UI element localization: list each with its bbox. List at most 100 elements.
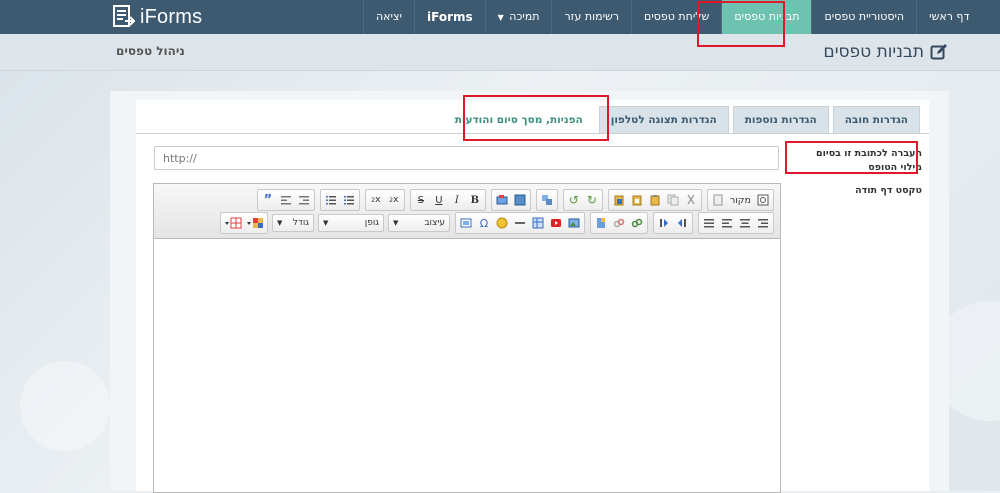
subscript-icon[interactable]: x2 <box>385 191 403 209</box>
nav-label: iForms <box>427 10 473 24</box>
format-dropdown[interactable]: עיצוב ▼ <box>388 214 450 232</box>
numbered-list-icon[interactable] <box>340 191 358 209</box>
image-icon[interactable] <box>565 214 583 232</box>
toolbar-group: Ω <box>455 212 585 234</box>
anchor-icon[interactable] <box>592 214 610 232</box>
nav-send-forms[interactable]: שליחת טפסים <box>631 0 721 34</box>
toolbar-group <box>220 212 268 234</box>
cut-icon[interactable] <box>682 191 700 209</box>
link-icon[interactable] <box>628 214 646 232</box>
find-replace-icon[interactable] <box>538 191 556 209</box>
chevron-down-icon: ▼ <box>277 219 283 227</box>
toolbar-row-1: מקור ↻ ↺ B I U S x 2 x 2 ” <box>252 189 774 211</box>
toolbar-group <box>653 212 693 234</box>
font-dropdown-label: גופן <box>364 218 379 228</box>
nav-home[interactable]: דף ראשי <box>916 0 981 34</box>
main-nav: יציאה iForms ▼ תמיכה רשימות עזר שליחת טפ… <box>363 0 981 34</box>
chevron-down-icon: ▼ <box>323 219 329 227</box>
select-all-icon[interactable] <box>511 191 529 209</box>
size-dropdown-label: גודל <box>292 218 309 228</box>
settings-tabs: הגדרות חובה הגדרות נוספות הגדרות תצוגה ל… <box>439 106 920 133</box>
toolbar-group: B I U S <box>409 189 486 211</box>
text-color-icon[interactable] <box>244 214 266 232</box>
toolbar-group: ↻ ↺ <box>562 189 603 211</box>
decor-circle <box>20 361 110 451</box>
tab-redirects-finish[interactable]: הפניות, מסך סיום והודעות <box>442 106 595 133</box>
tab-required-settings[interactable]: הגדרות חובה <box>832 106 920 133</box>
outdent-icon[interactable] <box>295 191 313 209</box>
source-button[interactable]: מקור <box>727 191 754 209</box>
horizontal-line-icon[interactable] <box>511 214 529 232</box>
align-left-icon[interactable] <box>718 214 736 232</box>
nav-logout[interactable]: יציאה <box>363 0 414 34</box>
copy-icon[interactable] <box>664 191 682 209</box>
nav-forms-history[interactable]: היסטוריית טפסים <box>811 0 916 34</box>
editor-toolbar: מקור ↻ ↺ B I U S x 2 x 2 ” Ω עיצוב ▼ גופ… <box>154 184 780 239</box>
nav-support[interactable]: ▼ תמיכה <box>484 0 552 34</box>
align-justify-icon[interactable] <box>700 214 718 232</box>
top-navbar: iForms יציאה iForms ▼ תמיכה רשימות עזר ש… <box>0 0 1000 34</box>
rich-text-editor: מקור ↻ ↺ B I U S x 2 x 2 ” Ω עיצוב ▼ גופ… <box>153 183 781 493</box>
side-item-thanks-text[interactable]: טקסט דף תודה <box>812 184 922 198</box>
edit-icon <box>930 44 947 60</box>
bg-color-icon[interactable] <box>222 214 244 232</box>
table-icon[interactable] <box>529 214 547 232</box>
smiley-icon[interactable] <box>493 214 511 232</box>
nav-label: היסטוריית טפסים <box>824 10 905 23</box>
toolbar-group <box>698 212 774 234</box>
nav-iforms[interactable]: iForms <box>414 0 485 34</box>
nav-label: רשימות עזר <box>564 10 620 23</box>
undo-icon[interactable]: ↺ <box>565 191 583 209</box>
toolbar-group <box>490 189 531 211</box>
youtube-icon[interactable] <box>547 214 565 232</box>
indent-icon[interactable] <box>277 191 295 209</box>
superscript-icon[interactable]: x2 <box>367 191 385 209</box>
manage-forms-link[interactable]: ניהול טפסים <box>116 44 185 58</box>
toolbar-group <box>535 189 558 211</box>
toolbar-group <box>607 189 702 211</box>
ltr-icon[interactable] <box>655 214 673 232</box>
caret-down-icon: ▼ <box>497 13 504 22</box>
tabs-divider <box>136 133 929 134</box>
page-header: תבניות טפסים ניהול טפסים <box>0 34 1000 71</box>
bold-icon[interactable]: B <box>466 191 484 209</box>
redirect-url-input[interactable] <box>154 146 779 170</box>
toolbar-row-2: Ω עיצוב ▼ גופן ▼ גודל ▼ <box>215 212 774 234</box>
align-right-icon[interactable] <box>754 214 772 232</box>
toolbar-group: מקור <box>706 189 774 211</box>
tab-mobile-display[interactable]: הגדרות תצוגה לטלפון <box>598 106 729 133</box>
editor-content-area[interactable] <box>154 239 780 492</box>
spellcheck-icon[interactable] <box>493 191 511 209</box>
source-icon[interactable] <box>754 191 772 209</box>
blockquote-icon[interactable]: ” <box>259 191 277 209</box>
iframe-icon[interactable] <box>457 214 475 232</box>
format-dropdown-label: עיצוב <box>424 218 445 228</box>
logo[interactable]: iForms <box>113 4 202 30</box>
nav-label: דף ראשי <box>929 10 970 23</box>
paste-word-icon[interactable] <box>610 191 628 209</box>
unlink-icon[interactable] <box>610 214 628 232</box>
strike-icon[interactable]: S <box>412 191 430 209</box>
redo-icon[interactable]: ↻ <box>583 191 601 209</box>
font-dropdown[interactable]: גופן ▼ <box>318 214 384 232</box>
paste-icon[interactable] <box>646 191 664 209</box>
bullet-list-icon[interactable] <box>322 191 340 209</box>
side-item-redirect[interactable]: העברה לכתובת זו בסיום מילוי הטופס <box>812 147 922 175</box>
special-char-icon[interactable]: Ω <box>475 214 493 232</box>
align-center-icon[interactable] <box>736 214 754 232</box>
paste-text-icon[interactable] <box>628 191 646 209</box>
toolbar-group: ” <box>256 189 315 211</box>
nav-form-templates[interactable]: תבניות טפסים <box>721 0 812 34</box>
italic-icon[interactable]: I <box>448 191 466 209</box>
tab-additional-settings[interactable]: הגדרות נוספות <box>732 106 829 133</box>
toolbar-group <box>319 189 360 211</box>
size-dropdown[interactable]: גודל ▼ <box>272 214 314 232</box>
toolbar-group <box>590 212 648 234</box>
underline-icon[interactable]: U <box>430 191 448 209</box>
templates-icon[interactable] <box>709 191 727 209</box>
rtl-icon[interactable] <box>673 214 691 232</box>
nav-helper-lists[interactable]: רשימות עזר <box>551 0 631 34</box>
nav-label: שליחת טפסים <box>644 10 710 23</box>
nav-label: תמיכה <box>509 10 540 23</box>
toolbar-group: x2 x2 <box>364 189 405 211</box>
